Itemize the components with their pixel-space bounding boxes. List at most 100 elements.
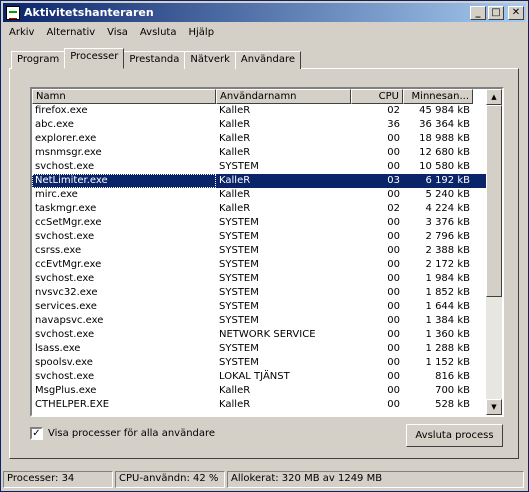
window-title: Aktivitetshanteraren <box>24 6 154 19</box>
process-user-cell: NETWORK SERVICE <box>219 329 316 340</box>
end-process-button[interactable]: Avsluta process <box>406 424 503 447</box>
process-name-cell: svchost.exe <box>35 231 95 242</box>
process-name-cell: MsgPlus.exe <box>35 385 97 396</box>
process-cpu-cell: 00 <box>387 287 400 298</box>
table-row[interactable]: csrss.exe SYSTEM 00 2 388 kB <box>32 244 486 258</box>
show-all-users-label: Visa processer för alla användare <box>48 428 216 439</box>
table-row[interactable]: svchost.exe SYSTEM 00 10 580 kB <box>32 160 486 174</box>
table-row[interactable]: taskmgr.exe KalleR 02 4 224 kB <box>32 202 486 216</box>
process-cpu-cell: 00 <box>387 273 400 284</box>
task-manager-window: Aktivitetshanteraren _ □ ✕ Arkiv Alterna… <box>0 0 529 492</box>
table-row[interactable]: abc.exe KalleR 36 36 364 kB <box>32 118 486 132</box>
process-memory-cell: 1 384 kB <box>425 315 470 326</box>
table-row[interactable]: nvsvc32.exe SYSTEM 00 1 852 kB <box>32 286 486 300</box>
process-cpu-cell: 00 <box>387 329 400 340</box>
column-header-name[interactable]: Namn <box>32 89 216 104</box>
column-header-user[interactable]: Användarnamn <box>216 89 351 104</box>
process-name-cell: ccSetMgr.exe <box>35 217 102 228</box>
process-user-cell: KalleR <box>219 119 251 130</box>
tab-performance[interactable]: Prestanda <box>123 51 186 69</box>
process-name-cell: mirc.exe <box>35 189 78 200</box>
table-row[interactable]: explorer.exe KalleR 00 18 988 kB <box>32 132 486 146</box>
scroll-down-icon[interactable]: ▼ <box>486 399 502 415</box>
process-cpu-cell: 03 <box>387 175 400 186</box>
close-button[interactable]: ✕ <box>508 5 524 20</box>
process-user-cell: SYSTEM <box>219 315 259 326</box>
process-memory-cell: 3 376 kB <box>425 217 470 228</box>
process-name-cell: csrss.exe <box>35 245 82 256</box>
process-user-cell: KalleR <box>219 189 251 200</box>
table-row[interactable]: lsass.exe SYSTEM 00 1 288 kB <box>32 342 486 356</box>
tab-applications[interactable]: Program <box>11 51 66 69</box>
process-name-cell: CTHELPER.EXE <box>35 399 110 410</box>
process-cpu-cell: 00 <box>387 399 400 410</box>
table-row[interactable]: services.exe SYSTEM 00 1 644 kB <box>32 300 486 314</box>
table-row[interactable]: svchost.exe NETWORK SERVICE 00 1 360 kB <box>32 328 486 342</box>
process-user-cell: KalleR <box>219 175 251 186</box>
process-name-cell: lsass.exe <box>35 343 81 354</box>
process-cpu-cell: 00 <box>387 371 400 382</box>
process-user-cell: KalleR <box>219 147 251 158</box>
maximize-button[interactable]: □ <box>488 5 504 20</box>
table-row[interactable]: navapsvc.exe SYSTEM 00 1 384 kB <box>32 314 486 328</box>
minimize-button[interactable]: _ <box>470 5 486 20</box>
process-memory-cell: 1 852 kB <box>425 287 470 298</box>
table-row[interactable]: ccSetMgr.exe SYSTEM 00 3 376 kB <box>32 216 486 230</box>
table-row[interactable]: mirc.exe KalleR 00 5 240 kB <box>32 188 486 202</box>
process-cpu-cell: 02 <box>387 203 400 214</box>
process-memory-cell: 528 kB <box>435 399 470 410</box>
title-bar[interactable]: Aktivitetshanteraren _ □ ✕ <box>3 3 526 22</box>
status-memory-allocated: Allokerat: 320 MB av 1249 MB <box>227 471 524 488</box>
process-user-cell: KalleR <box>219 105 251 116</box>
show-all-users-checkbox[interactable]: ✓ <box>30 427 43 440</box>
table-row[interactable]: CTHELPER.EXE KalleR 00 528 kB <box>32 398 486 412</box>
table-row[interactable]: firefox.exe KalleR 02 45 984 kB <box>32 104 486 118</box>
table-row[interactable]: spoolsv.exe SYSTEM 00 1 152 kB <box>32 356 486 370</box>
vertical-scrollbar[interactable]: ▲ ▼ <box>486 89 502 415</box>
process-cpu-cell: 00 <box>387 147 400 158</box>
process-cpu-cell: 00 <box>387 315 400 326</box>
process-cpu-cell: 00 <box>387 259 400 270</box>
menu-help[interactable]: Hjälp <box>182 27 220 38</box>
process-memory-cell: 2 172 kB <box>425 259 470 270</box>
table-row[interactable]: ccEvtMgr.exe SYSTEM 00 2 172 kB <box>32 258 486 272</box>
process-name-cell: navapsvc.exe <box>35 315 104 326</box>
tab-strip: Program Processer Prestanda Nätverk Anvä… <box>11 48 301 69</box>
menu-shutdown[interactable]: Avsluta <box>134 27 183 38</box>
menu-options[interactable]: Alternativ <box>40 27 101 38</box>
process-memory-cell: 6 192 kB <box>425 175 470 186</box>
menu-view[interactable]: Visa <box>101 27 134 38</box>
process-cpu-cell: 00 <box>387 161 400 172</box>
table-row[interactable]: msnmsgr.exe KalleR 00 12 680 kB <box>32 146 486 160</box>
scroll-thumb[interactable] <box>486 105 502 297</box>
table-row[interactable]: svchost.exe SYSTEM 00 1 984 kB <box>32 272 486 286</box>
menu-file[interactable]: Arkiv <box>3 27 40 38</box>
show-all-users-option[interactable]: ✓ Visa processer för alla användare <box>30 427 215 440</box>
table-row[interactable]: MsgPlus.exe KalleR 00 700 kB <box>32 384 486 398</box>
process-name-cell: NetLimiter.exe <box>32 174 216 188</box>
table-row[interactable]: svchost.exe LOKAL TJÄNST 00 816 kB <box>32 370 486 384</box>
process-user-cell: KalleR <box>219 203 251 214</box>
process-name-cell: svchost.exe <box>35 161 95 172</box>
table-row[interactable]: NetLimiter.exe KalleR 03 6 192 kB <box>32 174 486 188</box>
scroll-up-icon[interactable]: ▲ <box>486 89 502 105</box>
process-cpu-cell: 00 <box>387 245 400 256</box>
process-list[interactable]: Namn Användarnamn CPU Minnesan... firefo… <box>30 87 504 417</box>
process-memory-cell: 45 984 kB <box>419 105 470 116</box>
tab-networking[interactable]: Nätverk <box>184 51 236 69</box>
process-user-cell: SYSTEM <box>219 357 259 368</box>
process-cpu-cell: 00 <box>387 343 400 354</box>
table-row[interactable]: svchost.exe SYSTEM 00 2 796 kB <box>32 230 486 244</box>
column-header-cpu[interactable]: CPU <box>351 89 403 104</box>
tab-users[interactable]: Användare <box>234 51 301 69</box>
process-memory-cell: 4 224 kB <box>425 203 470 214</box>
process-cpu-cell: 02 <box>387 105 400 116</box>
process-cpu-cell: 00 <box>387 189 400 200</box>
column-header-memory[interactable]: Minnesan... <box>403 89 473 104</box>
process-user-cell: SYSTEM <box>219 231 259 242</box>
process-user-cell: SYSTEM <box>219 343 259 354</box>
process-cpu-cell: 00 <box>387 385 400 396</box>
tab-processes[interactable]: Processer <box>64 48 125 69</box>
process-name-cell: svchost.exe <box>35 273 95 284</box>
process-user-cell: SYSTEM <box>219 301 259 312</box>
